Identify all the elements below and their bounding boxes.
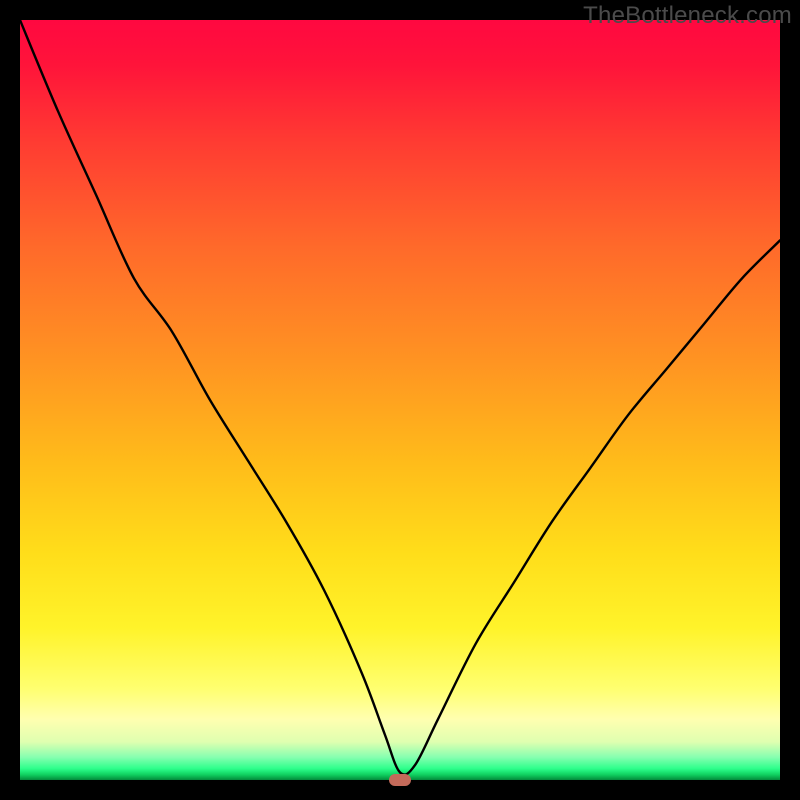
watermark-text: TheBottleneck.com: [583, 2, 792, 30]
plot-area: [20, 20, 780, 780]
chart-stage: TheBottleneck.com: [0, 0, 800, 800]
curve-minimum-marker: [389, 774, 411, 786]
bottleneck-curve: [20, 20, 780, 780]
